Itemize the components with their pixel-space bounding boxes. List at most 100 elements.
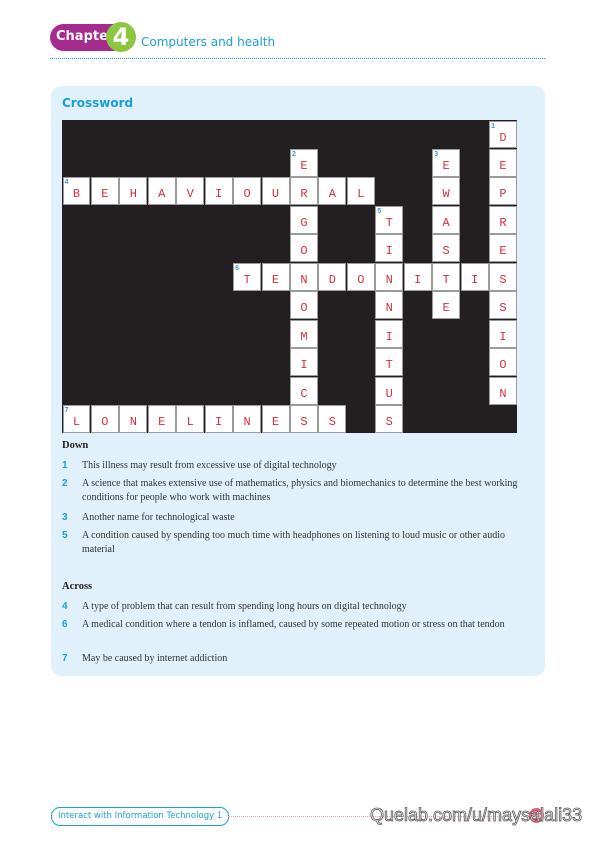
- crossword-cell[interactable]: R: [290, 177, 318, 206]
- crossword-cell[interactable]: S: [375, 405, 404, 433]
- cell-letter: S: [300, 415, 308, 430]
- cell-letter: N: [499, 386, 507, 401]
- cell-letter: O: [101, 415, 109, 430]
- clue-text: This illness may result from excessive u…: [82, 460, 337, 471]
- clue-number-label: 2: [292, 150, 296, 158]
- crossword-cell[interactable]: O: [290, 234, 318, 263]
- crossword-cell[interactable]: E: [489, 234, 517, 263]
- crossword-cell[interactable]: S: [318, 405, 347, 433]
- cell-letter: S: [328, 415, 336, 430]
- clue-number: 5: [62, 530, 68, 541]
- clue-number: 6: [62, 619, 68, 630]
- cell-letter: I: [215, 187, 223, 202]
- crossword-cell[interactable]: A: [318, 177, 347, 206]
- cell-letter: N: [300, 272, 308, 287]
- crossword-cell[interactable]: E: [90, 177, 119, 206]
- crossword-cell[interactable]: I: [290, 348, 318, 377]
- crossword-cell[interactable]: E: [489, 148, 517, 177]
- crossword-cell[interactable]: I: [204, 405, 233, 433]
- crossword-cell[interactable]: I: [403, 262, 432, 291]
- crossword-cell[interactable]: L: [176, 405, 205, 433]
- clue-across-4: 4 A type of problem that can result from …: [62, 600, 532, 614]
- crossword-cell[interactable]: E: [261, 262, 290, 291]
- cell-letter: H: [129, 187, 137, 202]
- cell-letter: E: [271, 272, 280, 287]
- crossword-cell[interactable]: I: [489, 319, 517, 348]
- crossword-cell[interactable]: L: [346, 177, 375, 206]
- crossword-cell[interactable]: A: [432, 205, 461, 234]
- crossword-cell[interactable]: R: [489, 205, 517, 234]
- crossword-cell[interactable]: W: [432, 177, 461, 206]
- crossword-cell[interactable]: V: [176, 177, 205, 206]
- crossword-cell[interactable]: E: [261, 405, 290, 433]
- clue-number-label: 4: [64, 179, 69, 187]
- cell-letter: O: [357, 272, 365, 287]
- crossword-cell[interactable]: O: [90, 405, 119, 433]
- crossword-cell[interactable]: A: [147, 177, 176, 206]
- clue-text: A type of problem that can result from s…: [82, 601, 407, 612]
- crossword-cell[interactable]: O: [489, 348, 517, 377]
- chapter-title: Computers and health: [141, 35, 276, 49]
- crossword-cell[interactable]: P: [489, 177, 517, 206]
- cell-letter: O: [300, 244, 308, 259]
- crossword-cell[interactable]: N: [375, 291, 404, 320]
- crossword-cell[interactable]: N: [375, 262, 404, 291]
- crossword-cell[interactable]: 1D: [489, 120, 517, 149]
- cell-letter: V: [186, 187, 194, 202]
- cell-letter: E: [300, 158, 308, 173]
- crossword-cell[interactable]: I: [375, 234, 404, 263]
- clue-text: A condition caused by spending too much …: [82, 530, 505, 555]
- crossword-cell[interactable]: E: [147, 405, 176, 433]
- crossword-cell[interactable]: M: [290, 319, 318, 348]
- crossword-cell[interactable]: I: [375, 319, 404, 348]
- cell-letter: I: [499, 329, 507, 344]
- cell-letter: E: [271, 415, 280, 430]
- cell-letter: I: [300, 358, 308, 373]
- watermark: Quelab.com/u/maysalali33: [370, 805, 583, 826]
- crossword-cell[interactable]: H: [119, 177, 148, 206]
- crossword-cell[interactable]: O: [346, 262, 375, 291]
- crossword-cell[interactable]: N: [119, 405, 148, 433]
- cell-letter: T: [243, 272, 251, 287]
- crossword-cell[interactable]: G: [290, 205, 318, 234]
- cell-letter: E: [158, 415, 166, 430]
- cell-letter: E: [442, 301, 450, 316]
- crossword-cell[interactable]: 4B: [62, 177, 91, 206]
- crossword-cell[interactable]: C: [290, 376, 318, 405]
- crossword-cell[interactable]: T: [432, 262, 461, 291]
- crossword-cell[interactable]: 3E: [432, 148, 461, 177]
- chapter-number: 4: [106, 22, 136, 52]
- crossword-cell[interactable]: 6T: [233, 262, 262, 291]
- crossword-cell[interactable]: S: [489, 262, 517, 291]
- panel-title: Crossword: [62, 96, 134, 110]
- cell-letter: A: [158, 187, 166, 202]
- crossword-cell[interactable]: I: [460, 262, 489, 291]
- cell-letter: G: [300, 215, 308, 230]
- clue-number-label: 1: [491, 122, 495, 130]
- crossword-cell[interactable]: 7L: [62, 405, 91, 433]
- clue-number: 4: [62, 601, 68, 612]
- crossword-cell[interactable]: N: [489, 376, 517, 405]
- crossword-cell[interactable]: U: [375, 376, 404, 405]
- crossword-cell[interactable]: 5T: [375, 205, 404, 234]
- crossword-cell[interactable]: E: [432, 291, 461, 320]
- cell-letter: O: [243, 187, 251, 202]
- cell-letter: S: [385, 415, 393, 430]
- crossword-cell[interactable]: S: [290, 405, 318, 433]
- crossword-cell[interactable]: 2E: [290, 148, 318, 177]
- crossword-cell[interactable]: N: [233, 405, 262, 433]
- cell-letter: L: [357, 187, 365, 202]
- clue-down-2: 2 A science that makes extensive use of m…: [62, 477, 532, 505]
- crossword-cell[interactable]: T: [375, 348, 404, 377]
- crossword-cell[interactable]: N: [290, 262, 318, 291]
- crossword-cell[interactable]: S: [489, 291, 517, 320]
- crossword-cell[interactable]: O: [233, 177, 262, 206]
- crossword-cell[interactable]: O: [290, 291, 318, 320]
- crossword-cell[interactable]: I: [204, 177, 233, 206]
- crossword-cell[interactable]: D: [318, 262, 347, 291]
- crossword-cell[interactable]: U: [261, 177, 290, 206]
- clue-number-label: 6: [235, 264, 240, 272]
- cell-letter: S: [442, 244, 450, 259]
- crossword-grid: 1DEPRESSION2ERGONOMICS3EWASTE4BEHAVIOUAL…: [62, 120, 517, 433]
- crossword-cell[interactable]: S: [432, 234, 461, 263]
